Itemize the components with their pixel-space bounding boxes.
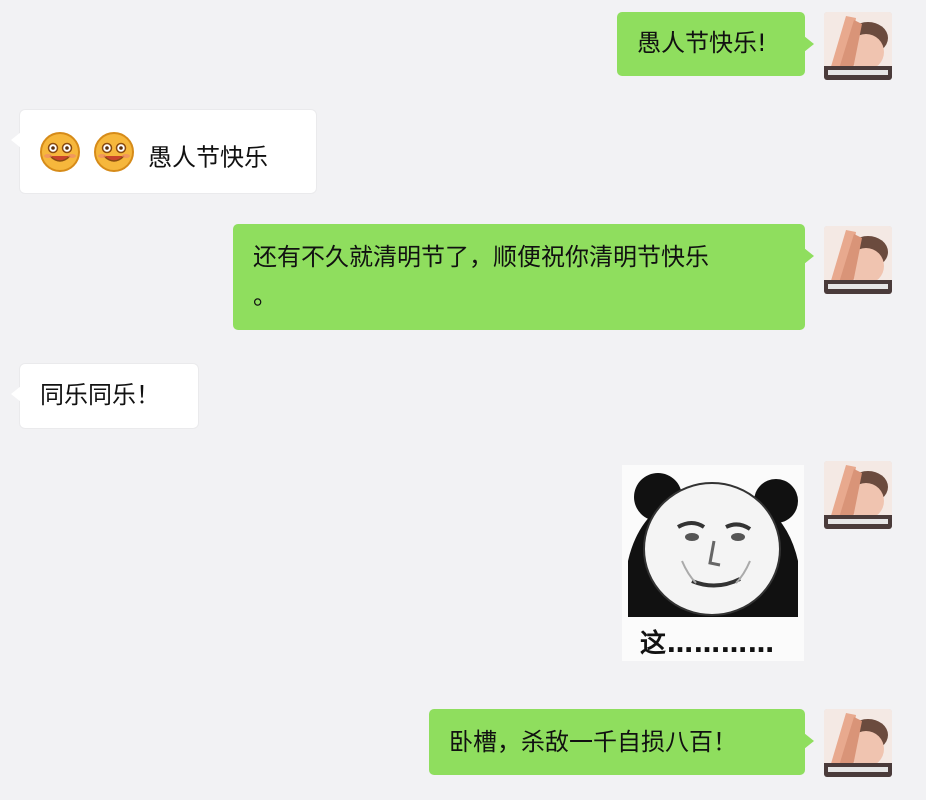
chat-conversation: 愚人节快乐! 愚人节快乐 还有不久就清明节了，顺便祝你清明节快乐 。 同乐同乐！… [0, 0, 926, 800]
my-avatar[interactable] [824, 709, 892, 777]
my-message-bubble[interactable]: 还有不久就清明节了，顺便祝你清明节快乐 。 [233, 224, 814, 330]
message-text-line: 。 [253, 282, 277, 310]
grinning-face-icon [94, 132, 134, 183]
my-avatar[interactable] [824, 12, 892, 80]
my-message-bubble[interactable]: 卧槽，杀敌一千自损八百！ [429, 709, 814, 775]
my-avatar[interactable] [824, 461, 892, 529]
message-text: 愚人节快乐 [148, 143, 268, 172]
message-text: 卧槽，杀敌一千自损八百！ [449, 728, 737, 756]
sticker-caption: 这………… [640, 629, 776, 659]
panda-face-icon [622, 465, 804, 621]
message-text: 愚人节快乐! [637, 29, 767, 57]
my-message-bubble[interactable]: 愚人节快乐! [617, 12, 814, 76]
my-avatar[interactable] [824, 226, 892, 294]
panda-meme-sticker[interactable]: 这………… [622, 465, 804, 661]
message-text: 同乐同乐！ [40, 381, 160, 409]
grinning-face-icon [40, 132, 80, 183]
other-message-bubble[interactable]: 同乐同乐！ [11, 364, 198, 428]
message-text-line: 还有不久就清明节了，顺便祝你清明节快乐 [253, 243, 709, 271]
other-message-bubble[interactable]: 愚人节快乐 [11, 110, 316, 193]
